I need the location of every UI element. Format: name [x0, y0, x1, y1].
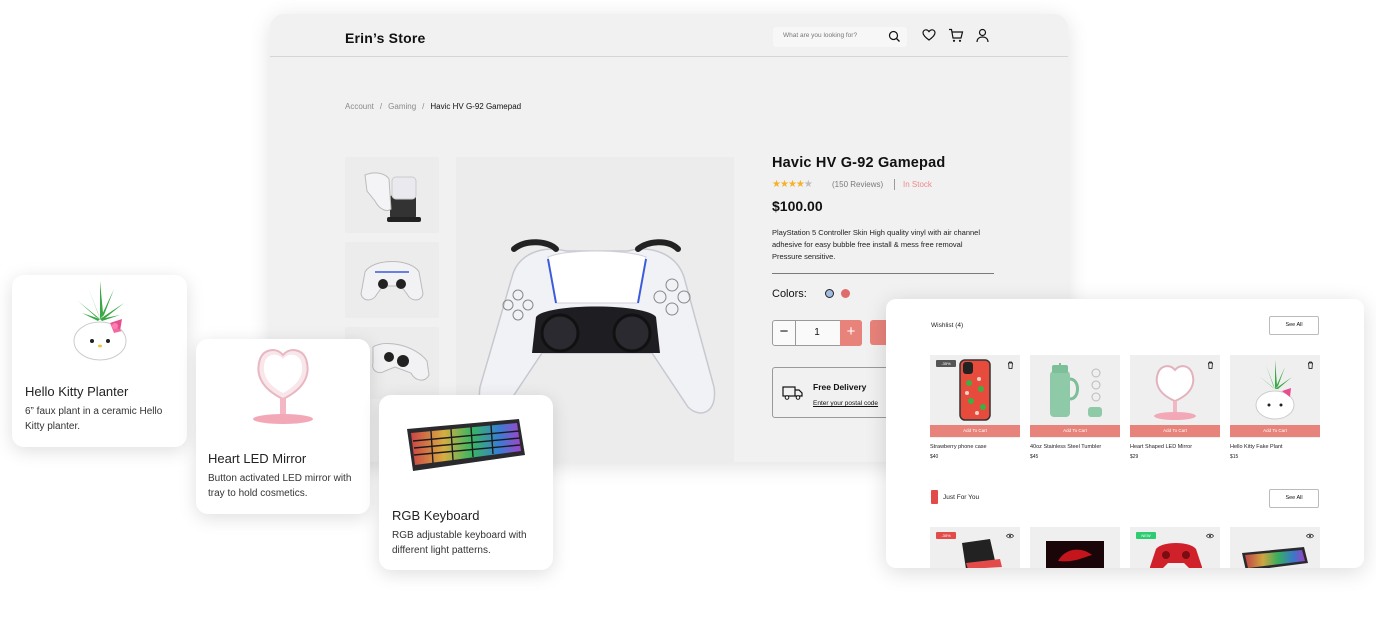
- color-swatch-red[interactable]: [841, 289, 850, 298]
- search-icon[interactable]: [888, 30, 901, 43]
- trash-icon[interactable]: [1307, 361, 1314, 369]
- red-gamepad-image: [1150, 543, 1202, 568]
- wishlist-see-all-button[interactable]: See All: [1269, 316, 1319, 335]
- recommended-item-image[interactable]: [1030, 527, 1120, 568]
- section-marker: [931, 490, 938, 504]
- tablet-case-image: [962, 539, 1002, 568]
- color-swatch-blue[interactable]: [825, 289, 834, 298]
- just-for-you-title: Just For You: [943, 494, 980, 501]
- stock-status: In Stock: [903, 180, 932, 189]
- new-badge: NEW: [1136, 532, 1156, 539]
- postal-code-link[interactable]: Enter your postal code: [813, 400, 878, 407]
- review-count[interactable]: (150 Reviews): [832, 180, 883, 189]
- star-icon: ★: [787, 179, 797, 190]
- card-title: Heart LED Mirror: [208, 451, 307, 466]
- star-icon: ★: [772, 179, 781, 190]
- mirror-image: [253, 349, 313, 424]
- discount-badge: -35%: [936, 360, 956, 367]
- wishlist-item-name[interactable]: Hello Kitty Fake Plant: [1230, 444, 1283, 450]
- wishlist-item-price: $45: [1030, 454, 1039, 460]
- add-to-cart-label: Add To Cart: [1163, 428, 1187, 433]
- header: Erin’s Store What are you looking for?: [270, 14, 1068, 57]
- eye-icon[interactable]: [1306, 533, 1314, 539]
- card-description: RGB adjustable keyboard with different l…: [392, 530, 527, 556]
- add-to-cart-button[interactable]: Add To Cart: [930, 425, 1020, 437]
- product-card-planter[interactable]: Hello Kitty Planter 6” faux plant in a c…: [12, 275, 187, 447]
- breadcrumb: Account / Gaming / Havic HV G-92 Gamepad: [345, 102, 521, 111]
- breadcrumb-current: Havic HV G-92 Gamepad: [430, 102, 522, 111]
- just-for-you-see-all-button[interactable]: See All: [1269, 489, 1319, 508]
- keyboard-image: [1242, 547, 1308, 568]
- free-delivery-box: Free Delivery Enter your postal code: [772, 367, 894, 418]
- breadcrumb-separator: /: [422, 102, 425, 111]
- divider-line: [772, 273, 994, 274]
- wishlist-item-name[interactable]: Heart Shaped LED Mirror: [1130, 444, 1192, 450]
- quantity-increase-button[interactable]: +: [840, 320, 862, 346]
- phone-case-image: [959, 359, 991, 421]
- product-title: Havic HV G-92 Gamepad: [772, 155, 946, 171]
- card-description: Button activated LED mirror with tray to…: [208, 473, 352, 499]
- heart-icon[interactable]: [922, 28, 936, 42]
- add-to-cart-label: Add To Cart: [963, 428, 987, 433]
- breadcrumb-gaming[interactable]: Gaming: [388, 102, 416, 111]
- recommended-item-image[interactable]: [1230, 527, 1320, 568]
- colors-label: Colors:: [772, 288, 807, 300]
- thumbnail-1[interactable]: [345, 157, 439, 233]
- recommended-item-image[interactable]: NEW: [1130, 527, 1220, 568]
- card-description: 6” faux plant in a ceramic Hello Kitty p…: [25, 406, 163, 432]
- wishlist-item-price: $29: [1130, 454, 1139, 460]
- divider: [894, 179, 895, 190]
- breadcrumb-account[interactable]: Account: [345, 102, 374, 111]
- add-to-cart-button[interactable]: Add To Cart: [1030, 425, 1120, 437]
- product-price: $100.00: [772, 198, 823, 214]
- discount-badge: -35%: [936, 532, 956, 539]
- eye-icon[interactable]: [1206, 533, 1214, 539]
- wishlist-item-name[interactable]: Strawberry phone case: [930, 444, 987, 450]
- quantity-value[interactable]: 1: [796, 321, 838, 345]
- quantity-stepper: − 1 +: [772, 320, 862, 346]
- add-to-cart-label: Add To Cart: [1263, 428, 1287, 433]
- add-to-cart-button[interactable]: Add To Cart: [1130, 425, 1220, 437]
- star-icon: ★: [795, 179, 805, 190]
- trash-icon[interactable]: [1207, 361, 1214, 369]
- star-icon: ★: [779, 179, 789, 190]
- tumbler-image: [1050, 363, 1102, 417]
- breadcrumb-separator: /: [379, 102, 383, 111]
- wishlist-item-price: $40: [930, 454, 939, 460]
- add-to-cart-button[interactable]: Add To Cart: [1230, 425, 1320, 437]
- thumbnail-2[interactable]: [345, 242, 439, 318]
- add-to-cart-label: Add To Cart: [1063, 428, 1087, 433]
- trash-icon[interactable]: [1007, 361, 1014, 369]
- delivery-title: Free Delivery: [813, 382, 867, 392]
- mirror-image: [1154, 365, 1196, 420]
- wishlist-title: Wishlist (4): [931, 322, 964, 329]
- monitor-image: [1046, 541, 1104, 568]
- planter-image: [1255, 360, 1295, 420]
- planter-image: [73, 281, 127, 361]
- card-title: RGB Keyboard: [392, 508, 480, 523]
- delivery-truck-icon: [782, 386, 803, 400]
- wishlist-item-name[interactable]: 40oz Stainless Steel Tumbler: [1030, 444, 1101, 450]
- store-logo[interactable]: Erin’s Store: [345, 30, 425, 46]
- search-input[interactable]: What are you looking for?: [773, 27, 907, 47]
- recommended-item-image[interactable]: -35%: [930, 527, 1020, 568]
- wishlist-item-price: $15: [1230, 454, 1239, 460]
- cart-icon[interactable]: [948, 28, 964, 43]
- user-icon[interactable]: [976, 28, 989, 43]
- keyboard-image: [407, 419, 525, 471]
- product-card-keyboard[interactable]: RGB Keyboard RGB adjustable keyboard wit…: [379, 395, 553, 570]
- wishlist-panel: Wishlist (4) See All -35% Add To Cart St…: [886, 299, 1364, 568]
- card-title: Hello Kitty Planter: [25, 384, 129, 399]
- quantity-decrease-button[interactable]: −: [773, 321, 796, 345]
- rating-stars: ★★★★★: [772, 179, 813, 190]
- search-placeholder: What are you looking for?: [783, 32, 858, 39]
- product-description: PlayStation 5 Controller Skin High quali…: [772, 228, 981, 261]
- product-card-mirror[interactable]: Heart LED Mirror Button activated LED mi…: [196, 339, 370, 514]
- star-empty-icon: ★: [803, 179, 813, 190]
- eye-icon[interactable]: [1006, 533, 1014, 539]
